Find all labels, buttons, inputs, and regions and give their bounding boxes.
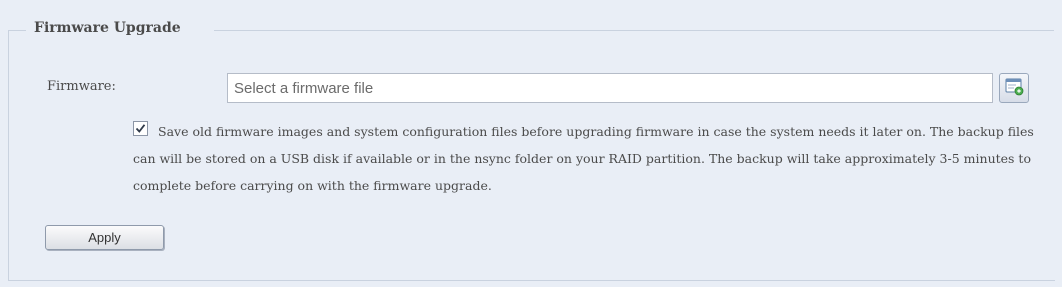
backup-option-description: Save old firmware images and system conf… xyxy=(133,124,1034,193)
firmware-file-input[interactable] xyxy=(227,73,993,103)
browse-file-button[interactable] xyxy=(999,73,1029,103)
panel-border-top-left xyxy=(8,30,26,31)
firmware-label: Firmware: xyxy=(47,79,116,94)
section-title: Firmware Upgrade xyxy=(34,20,181,36)
apply-button[interactable]: Apply xyxy=(45,225,164,250)
panel-border-top-right xyxy=(214,30,1054,31)
file-browse-icon xyxy=(1004,76,1024,100)
